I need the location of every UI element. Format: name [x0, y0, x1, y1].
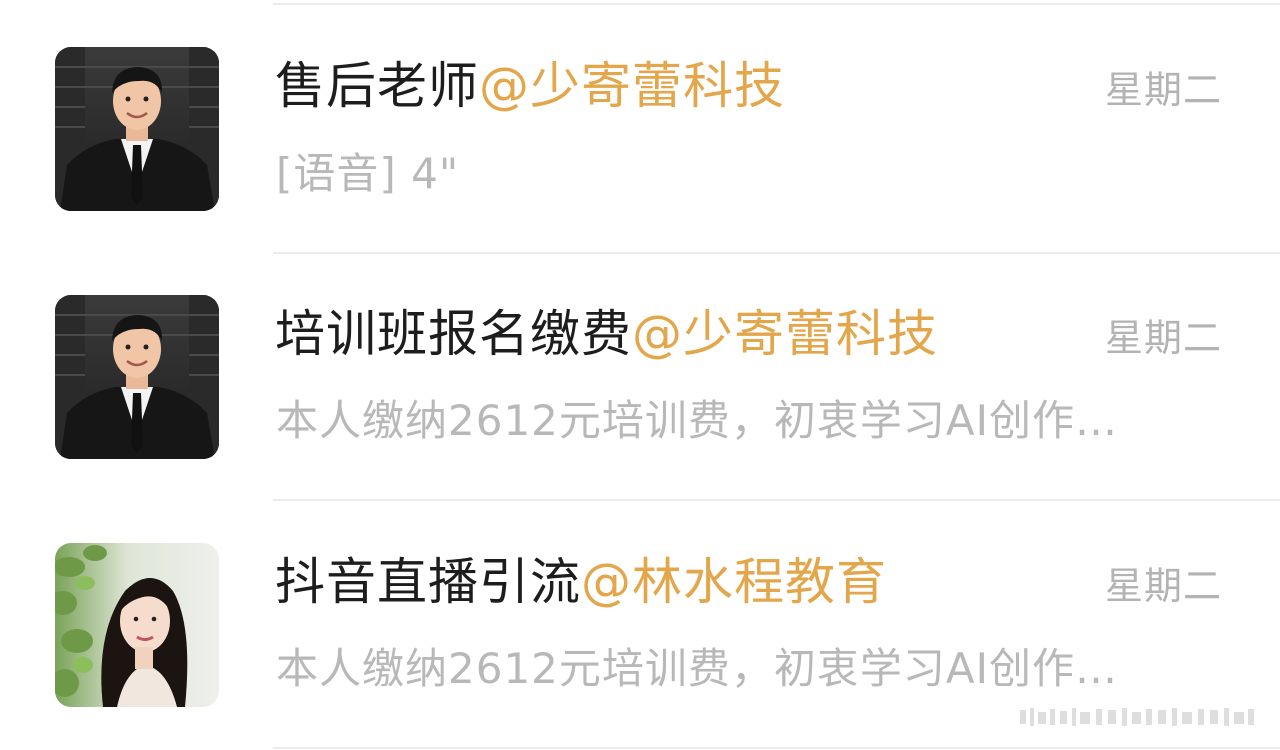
chat-org: @林水程教育: [581, 553, 887, 611]
avatar[interactable]: [55, 295, 219, 459]
chat-title: 售后老师@少寄蕾科技: [275, 56, 785, 116]
chat-name: 培训班报名缴费: [275, 305, 632, 363]
chat-time: 星期二: [1104, 68, 1222, 112]
chat-preview: 本人缴纳2612元培训费，初衷学习AI创作…: [276, 396, 1119, 445]
woman-portrait-avatar-icon: [55, 543, 219, 707]
watermark-icon: [1020, 708, 1254, 726]
chat-org: @少寄蕾科技: [632, 305, 938, 363]
list-divider: [273, 747, 1280, 749]
chat-name: 售后老师: [275, 57, 479, 115]
chat-time: 星期二: [1104, 564, 1222, 608]
chat-preview: 本人缴纳2612元培训费，初衷学习AI创作…: [276, 644, 1119, 693]
chat-preview: [语音] 4": [276, 149, 460, 198]
chat-title: 抖音直播引流@林水程教育: [275, 552, 887, 612]
chat-list-item[interactable]: 培训班报名缴费@少寄蕾科技 星期二 本人缴纳2612元培训费，初衷学习AI创作…: [0, 254, 1280, 502]
chat-org: @少寄蕾科技: [479, 57, 785, 115]
chat-title: 培训班报名缴费@少寄蕾科技: [275, 304, 938, 364]
chat-name: 抖音直播引流: [275, 553, 581, 611]
chat-list-item[interactable]: 售后老师@少寄蕾科技 星期二 [语音] 4": [0, 6, 1280, 254]
list-divider: [273, 499, 1280, 501]
avatar[interactable]: [55, 543, 219, 707]
avatar[interactable]: [55, 47, 219, 211]
list-divider: [273, 3, 1280, 5]
chat-list-screen: 售后老师@少寄蕾科技 星期二 [语音] 4" 培训班报名缴费@少寄蕾科技 星期二…: [0, 0, 1280, 750]
man-in-suit-avatar-icon: [55, 295, 219, 459]
chat-time: 星期二: [1104, 316, 1222, 360]
man-in-suit-avatar-icon: [55, 47, 219, 211]
